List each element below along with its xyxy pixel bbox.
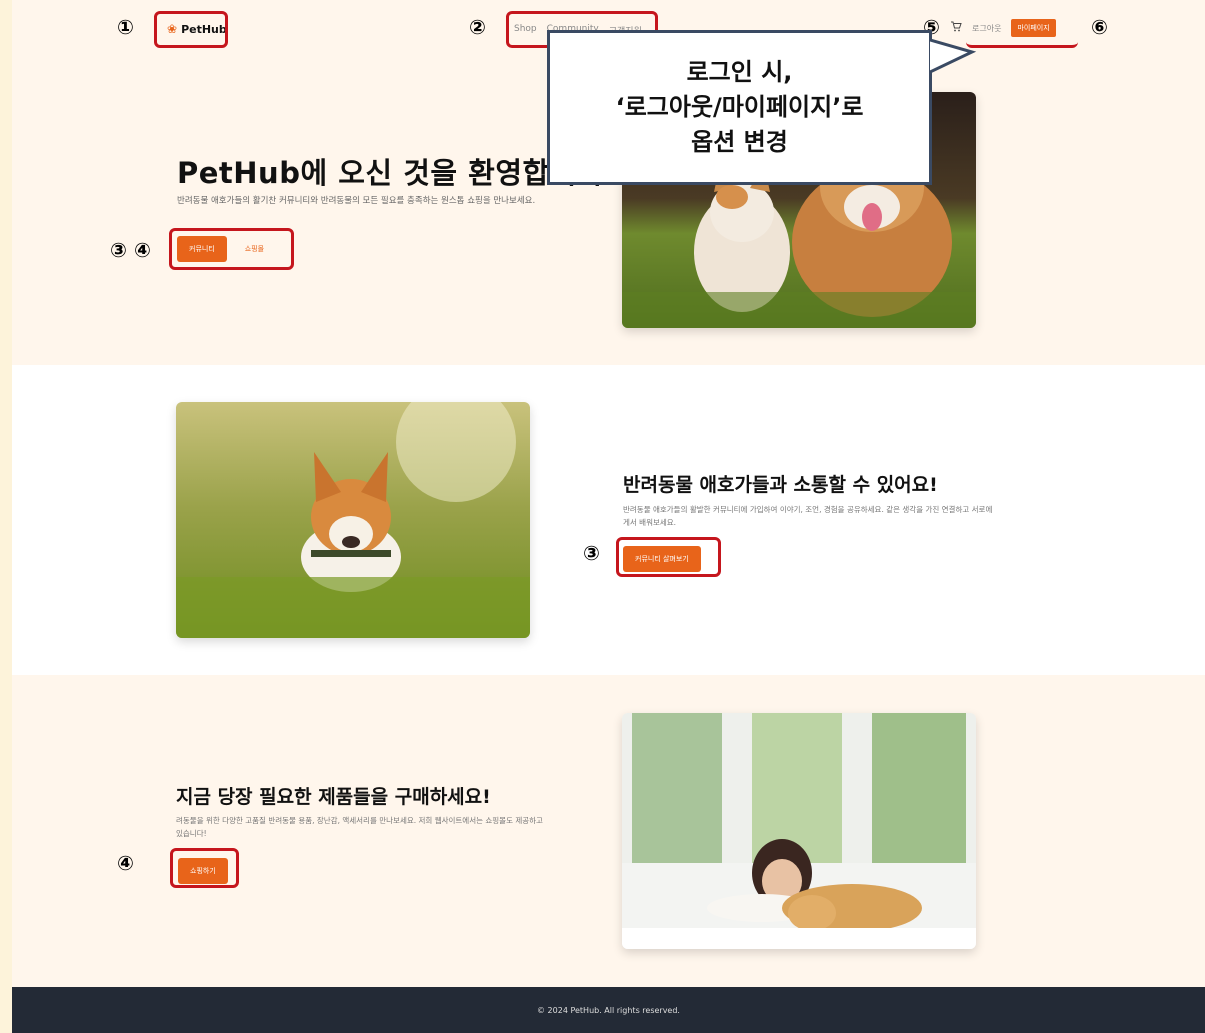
annotation-callout: 로그인 시, ‘로그아웃/마이페이지’로 옵션 변경 xyxy=(547,30,932,185)
corgi-image xyxy=(176,402,530,638)
annotation-box-logo xyxy=(154,11,228,48)
marker-3-community: ③ xyxy=(583,541,600,565)
marker-1: ① xyxy=(117,15,134,39)
hero-title: PetHub에 오신 것을 환영합니다 xyxy=(177,156,605,190)
community-description: 반려동물 애호가들의 활발한 커뮤니티에 가입하여 이야기, 조언, 경험을 공… xyxy=(623,505,993,527)
callout-tail xyxy=(930,38,977,74)
annotation-box-hero-buttons xyxy=(169,228,294,270)
woman-dog-image xyxy=(622,713,976,949)
marker-2: ② xyxy=(469,15,486,39)
callout-line-3: 옵션 변경 xyxy=(691,128,788,156)
footer: © 2024 PetHub. All rights reserved. xyxy=(12,987,1205,1033)
marker-3-hero: ③ xyxy=(110,238,127,262)
shop-title: 지금 당장 필요한 제품들을 구매하세요! xyxy=(176,786,491,808)
marker-4-shop: ④ xyxy=(117,851,134,875)
annotation-box-community-button xyxy=(616,537,721,577)
hero-description: 반려동물 애호가들의 활기찬 커뮤니티와 반려동물의 모든 필요를 충족하는 원… xyxy=(177,196,536,206)
shop-description: 려동물을 위한 다양한 고품질 반려동물 용품, 장난감, 액세서리를 만나보세… xyxy=(176,816,543,838)
annotation-box-shop-button xyxy=(170,848,239,888)
community-title: 반려동물 애호가들과 소통할 수 있어요! xyxy=(623,474,938,496)
annotation-box-user-nav xyxy=(966,11,1078,48)
callout-line-1: 로그인 시, xyxy=(686,58,793,86)
marker-6: ⑥ xyxy=(1091,15,1108,39)
copyright-text: © 2024 PetHub. All rights reserved. xyxy=(537,1006,680,1015)
marker-4-hero: ④ xyxy=(134,238,151,262)
page: ❀ PetHub Shop Community 고객지원 로그아웃 마이페이지 … xyxy=(12,0,1205,1033)
callout-line-2: ‘로그아웃/마이페이지’로 xyxy=(615,93,864,121)
callout-text: 로그인 시, ‘로그아웃/마이페이지’로 옵션 변경 xyxy=(550,55,929,160)
